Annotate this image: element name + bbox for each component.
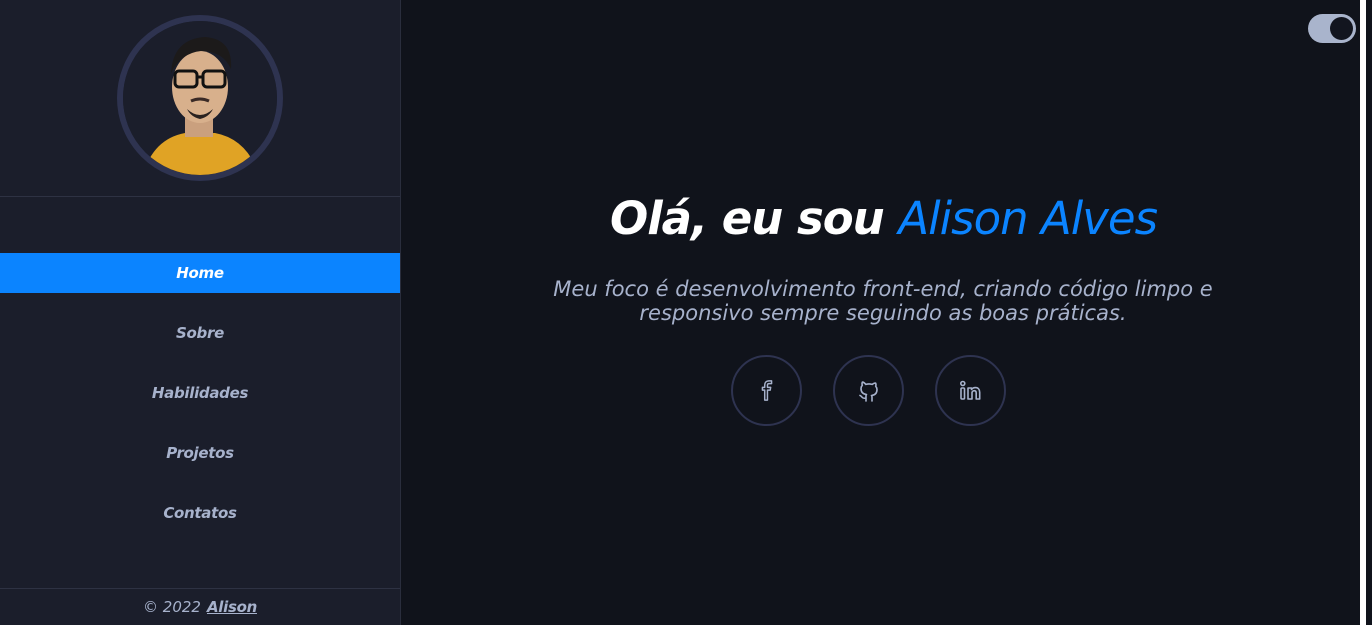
hero-name: Alison Alves (898, 192, 1158, 245)
avatar (117, 15, 283, 181)
main-content: Olá, eu sou Alison Alves Meu foco é dese… (401, 0, 1366, 625)
sidebar-footer: © 2022 Alison (0, 588, 400, 625)
facebook-button[interactable] (731, 355, 802, 426)
nav-item-home[interactable]: Home (0, 253, 400, 293)
nav-item-sobre[interactable]: Sobre (0, 313, 400, 353)
github-button[interactable] (833, 355, 904, 426)
facebook-icon (761, 379, 772, 401)
github-icon (858, 380, 878, 402)
copyright-text: © 2022 (143, 598, 201, 616)
sidebar-nav: Home Sobre Habilidades Projetos Contatos (0, 253, 400, 553)
nav-item-habilidades[interactable]: Habilidades (0, 373, 400, 413)
linkedin-button[interactable] (935, 355, 1006, 426)
hero-title: Olá, eu sou Alison Alves (401, 192, 1366, 245)
avatar-section (0, 0, 400, 197)
sidebar: Home Sobre Habilidades Projetos Contatos… (0, 0, 401, 625)
social-links (731, 355, 1006, 426)
hero-description: Meu foco é desenvolvimento front-end, cr… (553, 277, 1213, 325)
nav-item-projetos[interactable]: Projetos (0, 433, 400, 473)
author-link[interactable]: Alison (207, 598, 257, 616)
avatar-photo (123, 21, 277, 175)
nav-item-contatos[interactable]: Contatos (0, 493, 400, 533)
linkedin-icon (959, 380, 980, 400)
toggle-knob-icon (1330, 17, 1353, 40)
hero-greeting: Olá, eu sou (609, 192, 885, 245)
theme-toggle[interactable] (1308, 14, 1356, 43)
scrollbar[interactable] (1360, 0, 1366, 625)
